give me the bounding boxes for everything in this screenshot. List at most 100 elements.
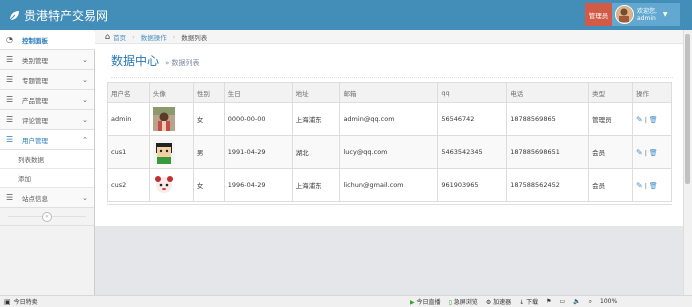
action-separator: | xyxy=(644,148,647,157)
breadcrumb-section[interactable]: 数据操作 xyxy=(141,32,167,42)
trash-icon[interactable]: 🗑 xyxy=(649,149,658,157)
chevron-down-icon: ⌄ xyxy=(82,75,88,84)
sidebar-item-label: 用户管理 xyxy=(22,136,48,145)
sidebar-item-product[interactable]: ☰ 产品管理 ⌄ xyxy=(0,90,94,110)
cell-birthday: 1996-04-29 xyxy=(223,168,293,202)
sidebar-item-user[interactable]: ☰ 用户管理 ⌃ xyxy=(0,130,94,150)
col-email: 邮箱 xyxy=(339,82,439,103)
cell-phone: 187588562452 xyxy=(506,168,590,202)
cell-email: admin@qq.com xyxy=(339,102,439,136)
user-menu[interactable]: 欢迎您, admin ▼ xyxy=(612,3,680,26)
sidebar-item-label: 类别管理 xyxy=(22,56,48,65)
main-content: ⌂ 首页 › 数据操作 › 数据列表 数据中心 » 数据列表 用户名 头像 性别… xyxy=(95,30,683,226)
sidebar-item-label: 产品管理 xyxy=(22,96,48,105)
breadcrumb-separator-icon: › xyxy=(132,32,135,41)
cell-gender: 女 xyxy=(192,102,225,136)
sidebar-item-dashboard[interactable]: ◔ 控制面板 xyxy=(0,30,100,50)
scrollbar-thumb[interactable] xyxy=(685,34,690,184)
statusbar-browse-label: 急屏浏览 xyxy=(453,299,478,306)
page-header: 数据中心 » 数据列表 xyxy=(111,52,673,78)
sidebar-item-category[interactable]: ☰ 类别管理 ⌄ xyxy=(0,50,94,70)
page-subtitle: » 数据列表 xyxy=(165,59,200,67)
pencil-icon[interactable]: ✎ xyxy=(636,115,643,124)
list-icon: ☰ xyxy=(6,193,14,202)
sidebar-subitem-list[interactable]: 列表数据 xyxy=(0,150,94,169)
tachometer-icon: ◔ xyxy=(6,35,13,44)
col-username: 用户名 xyxy=(107,82,150,103)
action-separator: | xyxy=(644,115,647,124)
statusbar-daily-sale[interactable]: 今日特卖 xyxy=(14,297,38,306)
cell-birthday: 0000-00-00 xyxy=(223,102,293,136)
cell-qq: 56546742 xyxy=(437,102,508,136)
cell-gender: 男 xyxy=(192,135,225,169)
cell-avatar xyxy=(148,168,194,202)
speed-icon: ⚙ xyxy=(485,299,492,306)
statusbar-download-label: 下载 xyxy=(526,299,539,306)
sound-icon[interactable]: 🔈 xyxy=(573,298,580,305)
breadcrumb-home[interactable]: 首页 xyxy=(113,32,126,42)
statusbar-live-label: 今日直播 xyxy=(416,299,441,306)
statusbar-zoom[interactable]: 100% xyxy=(600,298,617,305)
sidebar-item-site-info[interactable]: ☰ 站点信息 ⌄ xyxy=(0,188,94,208)
cell-email: lichun@gmail.com xyxy=(339,168,439,202)
sidebar: ◔ 控制面板 ☰ 类别管理 ⌄ ☰ 专题管理 ⌄ ☰ 产品管理 ⌄ ☰ 评论管理… xyxy=(0,30,100,295)
list-icon: ☰ xyxy=(6,135,14,144)
cell-username: admin xyxy=(107,102,150,136)
cell-address: 上海浦东 xyxy=(291,102,341,136)
list-icon: ☰ xyxy=(6,115,14,124)
table-row: cus1 男 1991-04-29 湖北 lucy@qq.com 5463542… xyxy=(107,135,672,169)
cell-avatar xyxy=(148,102,194,136)
flag-icon[interactable]: ⚑ xyxy=(546,298,551,305)
pencil-icon[interactable]: ✎ xyxy=(636,148,643,157)
statusbar-accel-wrap[interactable]: ⚙ 加速器 xyxy=(486,297,511,306)
sidebar-item-label: 站点信息 xyxy=(22,194,48,203)
statusbar-live[interactable]: ▶ 今日直播 xyxy=(410,297,441,306)
cell-address: 湖北 xyxy=(291,135,341,169)
leaf-icon xyxy=(8,10,19,21)
caret-down-icon: ▼ xyxy=(662,11,668,18)
cell-actions: ✎ | 🗑 xyxy=(632,102,672,136)
col-birthday: 生日 xyxy=(223,82,293,103)
sidebar-collapse-bar: « xyxy=(0,208,94,226)
cell-phone: 18788569865 xyxy=(506,102,590,136)
zoom-icon[interactable]: ⌕ xyxy=(589,298,592,306)
sidebar-subitem-add[interactable]: 添加 xyxy=(0,169,94,188)
table-row: cus2 女 1996-04-29 上海浦东 lichun@gmail.com … xyxy=(107,168,672,202)
chevron-down-icon: ⌄ xyxy=(82,95,88,104)
col-phone: 电话 xyxy=(506,82,590,103)
browser-statusbar: ▣ 今日特卖 ▶ 今日直播 ▯ 急屏浏览 ⚙ 加速器 ↓ 下载 ⚑ ▭ 🔈 ⌕ … xyxy=(0,295,692,307)
cell-actions: ✎ | 🗑 xyxy=(632,168,672,202)
statusbar-download-wrap[interactable]: ↓ 下载 xyxy=(519,297,538,306)
cell-username: cus1 xyxy=(107,135,150,169)
cell-email: lucy@qq.com xyxy=(339,135,439,169)
cell-type: 会员 xyxy=(588,135,633,169)
cell-gender: 女 xyxy=(192,168,225,202)
trash-icon[interactable]: 🗑 xyxy=(649,182,658,190)
table-footer-divider xyxy=(107,204,672,205)
brand[interactable]: 贵港特产交易网 xyxy=(8,7,108,24)
sidebar-item-topic[interactable]: ☰ 专题管理 ⌄ xyxy=(0,70,94,90)
cell-actions: ✎ | 🗑 xyxy=(632,135,672,169)
action-separator: | xyxy=(644,181,647,190)
col-gender: 性别 xyxy=(192,82,225,103)
brand-title: 贵港特产交易网 xyxy=(24,9,109,23)
list-icon: ☰ xyxy=(6,75,14,84)
col-actions: 操作 xyxy=(632,82,672,103)
play-icon: ▶ xyxy=(410,299,415,306)
window-icon[interactable]: ▭ xyxy=(560,298,566,305)
pencil-icon[interactable]: ✎ xyxy=(636,181,643,190)
screen-icon: ▯ xyxy=(448,299,452,306)
trash-icon[interactable]: 🗑 xyxy=(649,116,658,124)
statusbar-browse[interactable]: ▯ 急屏浏览 xyxy=(449,297,478,306)
table-header-row: 用户名 头像 性别 生日 地址 邮箱 qq 电话 类型 操作 xyxy=(107,82,672,103)
download-icon: ↓ xyxy=(519,299,525,306)
table-row: admin 女 0000-00-00 上海浦东 admin@qq.com 565… xyxy=(107,102,672,136)
breadcrumb-separator-icon: › xyxy=(172,32,176,41)
role-badge[interactable]: 管理员 xyxy=(585,3,612,26)
cell-address: 上海浦东 xyxy=(291,168,341,202)
sidebar-item-comment[interactable]: ☰ 评论管理 ⌄ xyxy=(0,110,94,130)
double-left-icon[interactable]: « xyxy=(42,211,52,222)
statusbar-accel-label: 加速器 xyxy=(493,299,512,306)
user-photo xyxy=(152,107,175,131)
avatar xyxy=(615,5,634,24)
